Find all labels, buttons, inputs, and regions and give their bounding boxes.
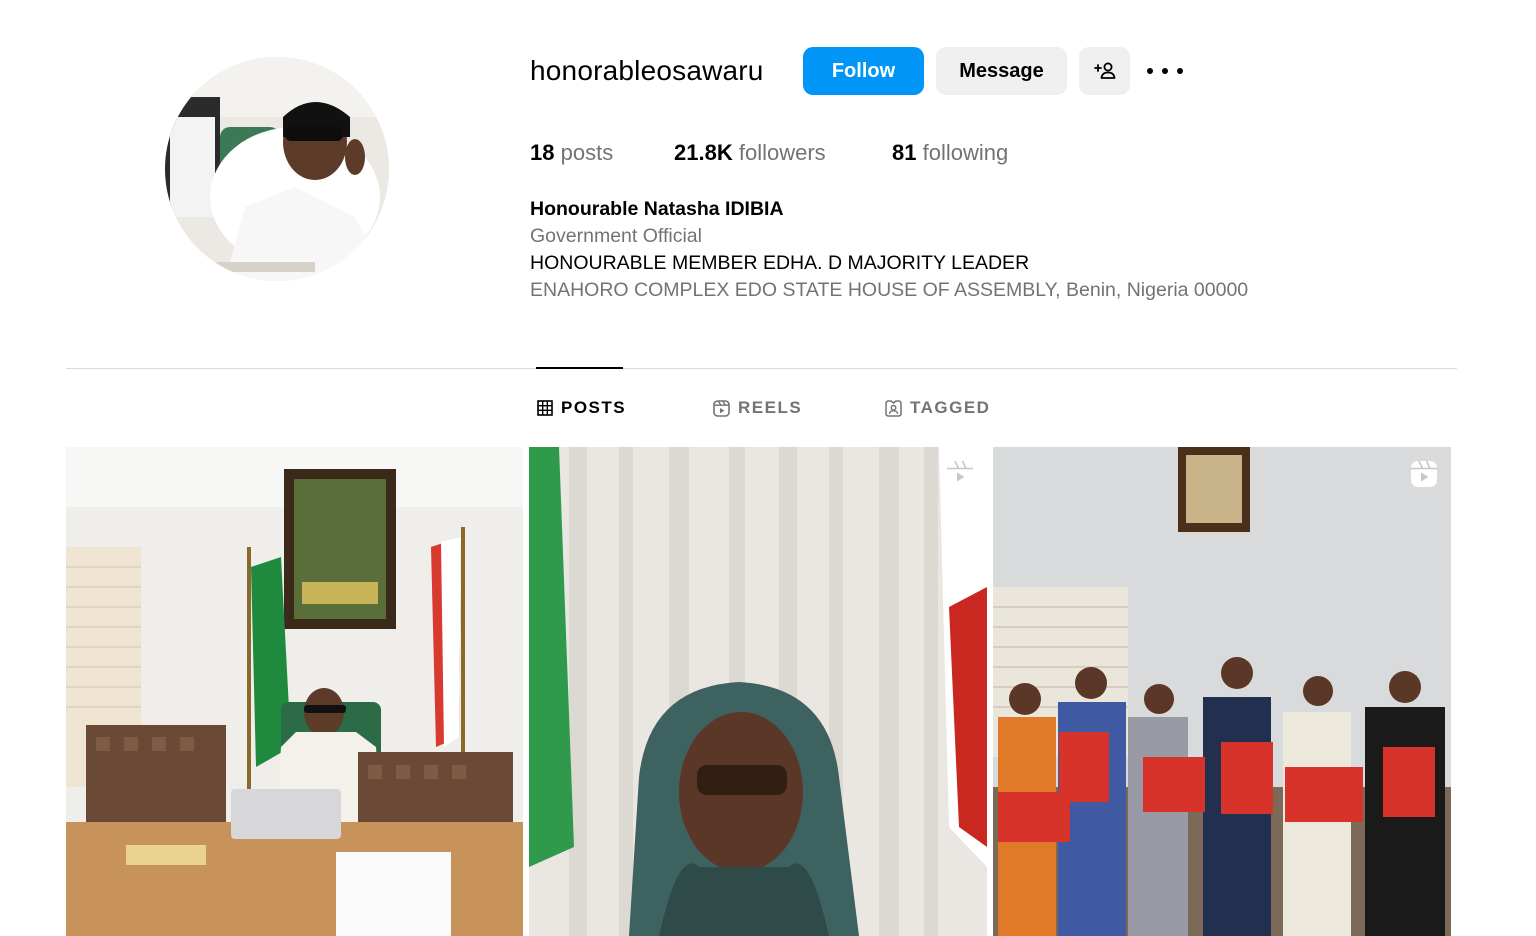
profile-username: honorableosawaru [530,55,764,86]
tab-tagged-label: TAGGED [910,398,991,417]
profile-avatar[interactable] [165,57,389,281]
tab-tagged[interactable]: TAGGED [885,394,990,422]
tab-posts[interactable]: POSTS [537,394,626,422]
followers-count: 21.8K [674,140,733,165]
add-user-icon [1093,62,1115,79]
post-tile[interactable] [993,447,1451,936]
post-tile[interactable] [66,447,523,936]
tab-reels-label: REELS [738,398,803,417]
tab-posts-label: POSTS [561,398,627,417]
post-tile[interactable] [529,447,987,936]
following-count: 81 [892,140,917,165]
category-label: Government Official [530,225,702,247]
profile-bio: Honourable Natasha IDIBIA Government Off… [530,196,1248,304]
post-image-office [66,447,523,936]
posts-count: 18 [530,140,555,165]
tagged-icon [885,399,902,417]
suggest-accounts-button[interactable] [1079,47,1130,95]
reels-icon [713,399,730,417]
message-button[interactable]: Message [936,47,1067,95]
followers-label: followers [738,140,826,165]
reel-icon [947,460,973,487]
follow-button[interactable]: Follow [803,47,924,95]
more-options-icon[interactable] [1147,55,1183,87]
reel-icon [1411,460,1437,487]
tabs-divider [66,368,1457,369]
more-dot [1177,68,1183,74]
avatar-image [165,57,389,281]
tab-reels[interactable]: REELS [713,394,802,422]
full-name: Honourable Natasha IDIBIA [530,198,784,220]
following-stat[interactable]: 81 following [892,138,1008,168]
following-label: following [922,140,1009,165]
bio-text: HONOURABLE MEMBER EDHA. D MAJORITY LEADE… [530,252,1030,274]
followers-stat[interactable]: 21.8K followers [674,138,826,168]
active-tab-indicator [536,367,623,369]
address-link[interactable]: ENAHORO COMPLEX EDO STATE HOUSE OF ASSEM… [530,277,1248,304]
post-image-group [993,447,1451,936]
more-dot [1162,68,1168,74]
post-image-portrait [529,447,987,936]
posts-stat: 18 posts [530,138,613,168]
posts-label: posts [560,140,614,165]
grid-icon [537,400,553,416]
more-dot [1147,68,1153,74]
